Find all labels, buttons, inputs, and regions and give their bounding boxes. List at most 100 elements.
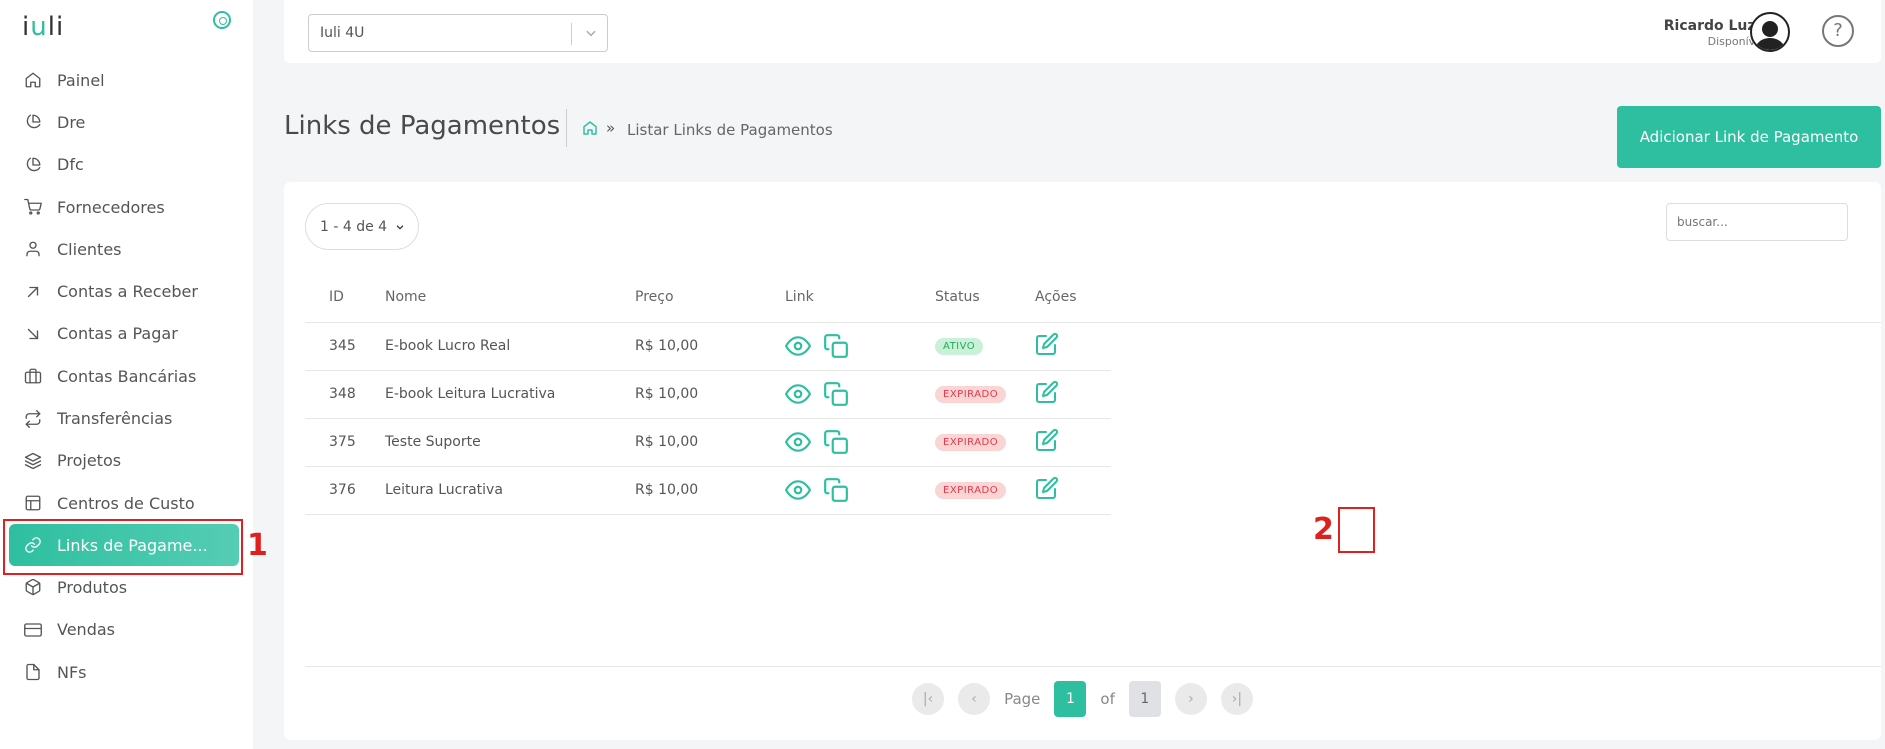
cell-acoes xyxy=(1035,322,1111,371)
sidebar-item-vendas[interactable]: Vendas xyxy=(0,609,253,651)
prev-page-button[interactable]: ‹ xyxy=(958,683,991,715)
eye-icon[interactable] xyxy=(785,381,811,407)
copy-icon[interactable] xyxy=(823,381,849,407)
sidebar-item-contas-receber[interactable]: Contas a Receber xyxy=(0,270,253,312)
annotation-box-1 xyxy=(3,519,243,575)
eye-icon[interactable] xyxy=(785,429,811,455)
arrow-up-right-icon xyxy=(24,283,42,301)
sidebar-item-label: Dre xyxy=(57,112,86,132)
edit-icon[interactable] xyxy=(1035,428,1059,452)
last-page-button[interactable]: ›| xyxy=(1220,683,1253,715)
user-avatar-icon xyxy=(1754,21,1786,50)
cell-acoes xyxy=(1035,370,1111,419)
sidebar-item-label: Contas a Pagar xyxy=(57,324,178,344)
current-page[interactable]: 1 xyxy=(1054,681,1087,717)
cell-id: 376 xyxy=(305,466,385,515)
company-select[interactable]: Iuli 4U xyxy=(308,14,608,52)
table-row: 376 Leitura Lucrativa R$ 10,00 EXPIRADO xyxy=(305,466,1881,515)
app-logo[interactable]: iuli xyxy=(22,12,64,42)
annotation-number-1: 1 xyxy=(247,528,268,563)
sidebar-item-dre[interactable]: Dre xyxy=(0,101,253,143)
add-payment-link-button[interactable]: Adicionar Link de Pagamento xyxy=(1617,106,1881,168)
cell-preco: R$ 10,00 xyxy=(635,418,785,467)
header-id: ID xyxy=(305,272,385,323)
table-row: 345 E-book Lucro Real R$ 10,00 ATIVO xyxy=(305,322,1881,371)
cell-id: 375 xyxy=(305,418,385,467)
title-divider xyxy=(566,109,567,147)
cell-preco: R$ 10,00 xyxy=(635,370,785,419)
annotation-box-2 xyxy=(1338,507,1375,553)
annotation-number-2: 2 xyxy=(1313,512,1334,547)
header-nome: Nome xyxy=(385,272,635,323)
header-status: Status xyxy=(935,272,1035,323)
row-filler xyxy=(1111,466,1881,514)
row-filler xyxy=(1111,370,1881,418)
page-range: 1 - 4 de 4 xyxy=(320,218,388,235)
sidebar-item-projetos[interactable]: Projetos xyxy=(0,440,253,482)
sidebar-item-label: Projetos xyxy=(57,451,122,471)
sidebar-item-clientes[interactable]: Clientes xyxy=(0,228,253,270)
user-name: Ricardo Luza xyxy=(1663,18,1765,34)
sidebar-item-label: Centros de Custo xyxy=(57,493,195,513)
cell-status: EXPIRADO xyxy=(935,370,1035,419)
page-size-select[interactable]: 1 - 4 de 4 xyxy=(305,203,419,250)
sidebar-item-transferencias[interactable]: Transferências xyxy=(0,397,253,439)
sidebar-item-dfc[interactable]: Dfc xyxy=(0,144,253,186)
topbar: Iuli 4U Ricardo Luza Disponível ? xyxy=(284,0,1881,63)
sidebar-item-label: Transferências xyxy=(57,409,173,429)
file-icon xyxy=(24,663,42,681)
sidebar-toggle-icon[interactable] xyxy=(213,11,231,29)
table-row: 348 E-book Leitura Lucrativa R$ 10,00 EX… xyxy=(305,370,1881,419)
payment-links-table: ID Nome Preço Link Status Ações 345 E-bo… xyxy=(305,272,1881,515)
row-filler xyxy=(1111,322,1881,370)
table-row: 375 Teste Suporte R$ 10,00 EXPIRADO xyxy=(305,418,1881,467)
edit-icon[interactable] xyxy=(1035,380,1059,404)
pie-chart-icon xyxy=(24,113,42,131)
edit-icon[interactable] xyxy=(1035,332,1059,356)
header-filler xyxy=(1111,272,1881,323)
repeat-icon xyxy=(24,409,42,428)
pie-chart-icon xyxy=(24,156,42,174)
search-input[interactable] xyxy=(1666,203,1848,241)
next-page-button[interactable]: › xyxy=(1174,683,1207,715)
sidebar-item-centros-custo[interactable]: Centros de Custo xyxy=(0,482,253,524)
breadcrumb: Listar Links de Pagamentos xyxy=(627,121,833,139)
sidebar-item-contas-pagar[interactable]: Contas a Pagar xyxy=(0,313,253,355)
eye-icon[interactable] xyxy=(785,477,811,503)
copy-icon[interactable] xyxy=(823,477,849,503)
cell-id: 345 xyxy=(305,322,385,371)
sidebar-item-fornecedores[interactable]: Fornecedores xyxy=(0,186,253,228)
sidebar-item-label: Fornecedores xyxy=(57,197,165,217)
sidebar-item-contas-bancarias[interactable]: Contas Bancárias xyxy=(0,355,253,397)
copy-icon[interactable] xyxy=(823,333,849,359)
chevron-down-icon xyxy=(586,30,596,37)
breadcrumb-separator: » xyxy=(606,119,616,137)
home-icon xyxy=(24,71,42,89)
pagination: |‹ ‹ Page 1 of 1 › ›| xyxy=(284,681,1881,717)
page-label: Page xyxy=(1004,690,1041,708)
sidebar-item-label: Painel xyxy=(57,70,105,90)
layers-icon xyxy=(24,452,42,470)
help-icon[interactable]: ? xyxy=(1822,15,1854,47)
cell-status: EXPIRADO xyxy=(935,418,1035,467)
breadcrumb-home-icon[interactable] xyxy=(582,120,598,136)
header-preco: Preço xyxy=(635,272,785,323)
sidebar-item-label: Produtos xyxy=(57,577,128,597)
divider xyxy=(305,666,1881,667)
cell-status: ATIVO xyxy=(935,322,1035,371)
copy-icon[interactable] xyxy=(823,429,849,455)
sidebar-item-label: Clientes xyxy=(57,239,122,259)
first-page-button[interactable]: |‹ xyxy=(912,683,945,715)
cart-icon xyxy=(24,198,42,216)
edit-icon[interactable] xyxy=(1035,476,1059,500)
cell-nome: Teste Suporte xyxy=(385,418,635,467)
avatar[interactable] xyxy=(1750,12,1790,52)
layout-icon xyxy=(24,494,42,512)
sidebar-item-painel[interactable]: Painel xyxy=(0,59,253,101)
eye-icon[interactable] xyxy=(785,333,811,359)
cell-nome: E-book Lucro Real xyxy=(385,322,635,371)
sidebar-item-label: Contas a Receber xyxy=(57,282,198,302)
status-badge: EXPIRADO xyxy=(935,434,1007,451)
row-filler xyxy=(1111,418,1881,466)
sidebar-item-nfs[interactable]: NFs xyxy=(0,651,253,693)
